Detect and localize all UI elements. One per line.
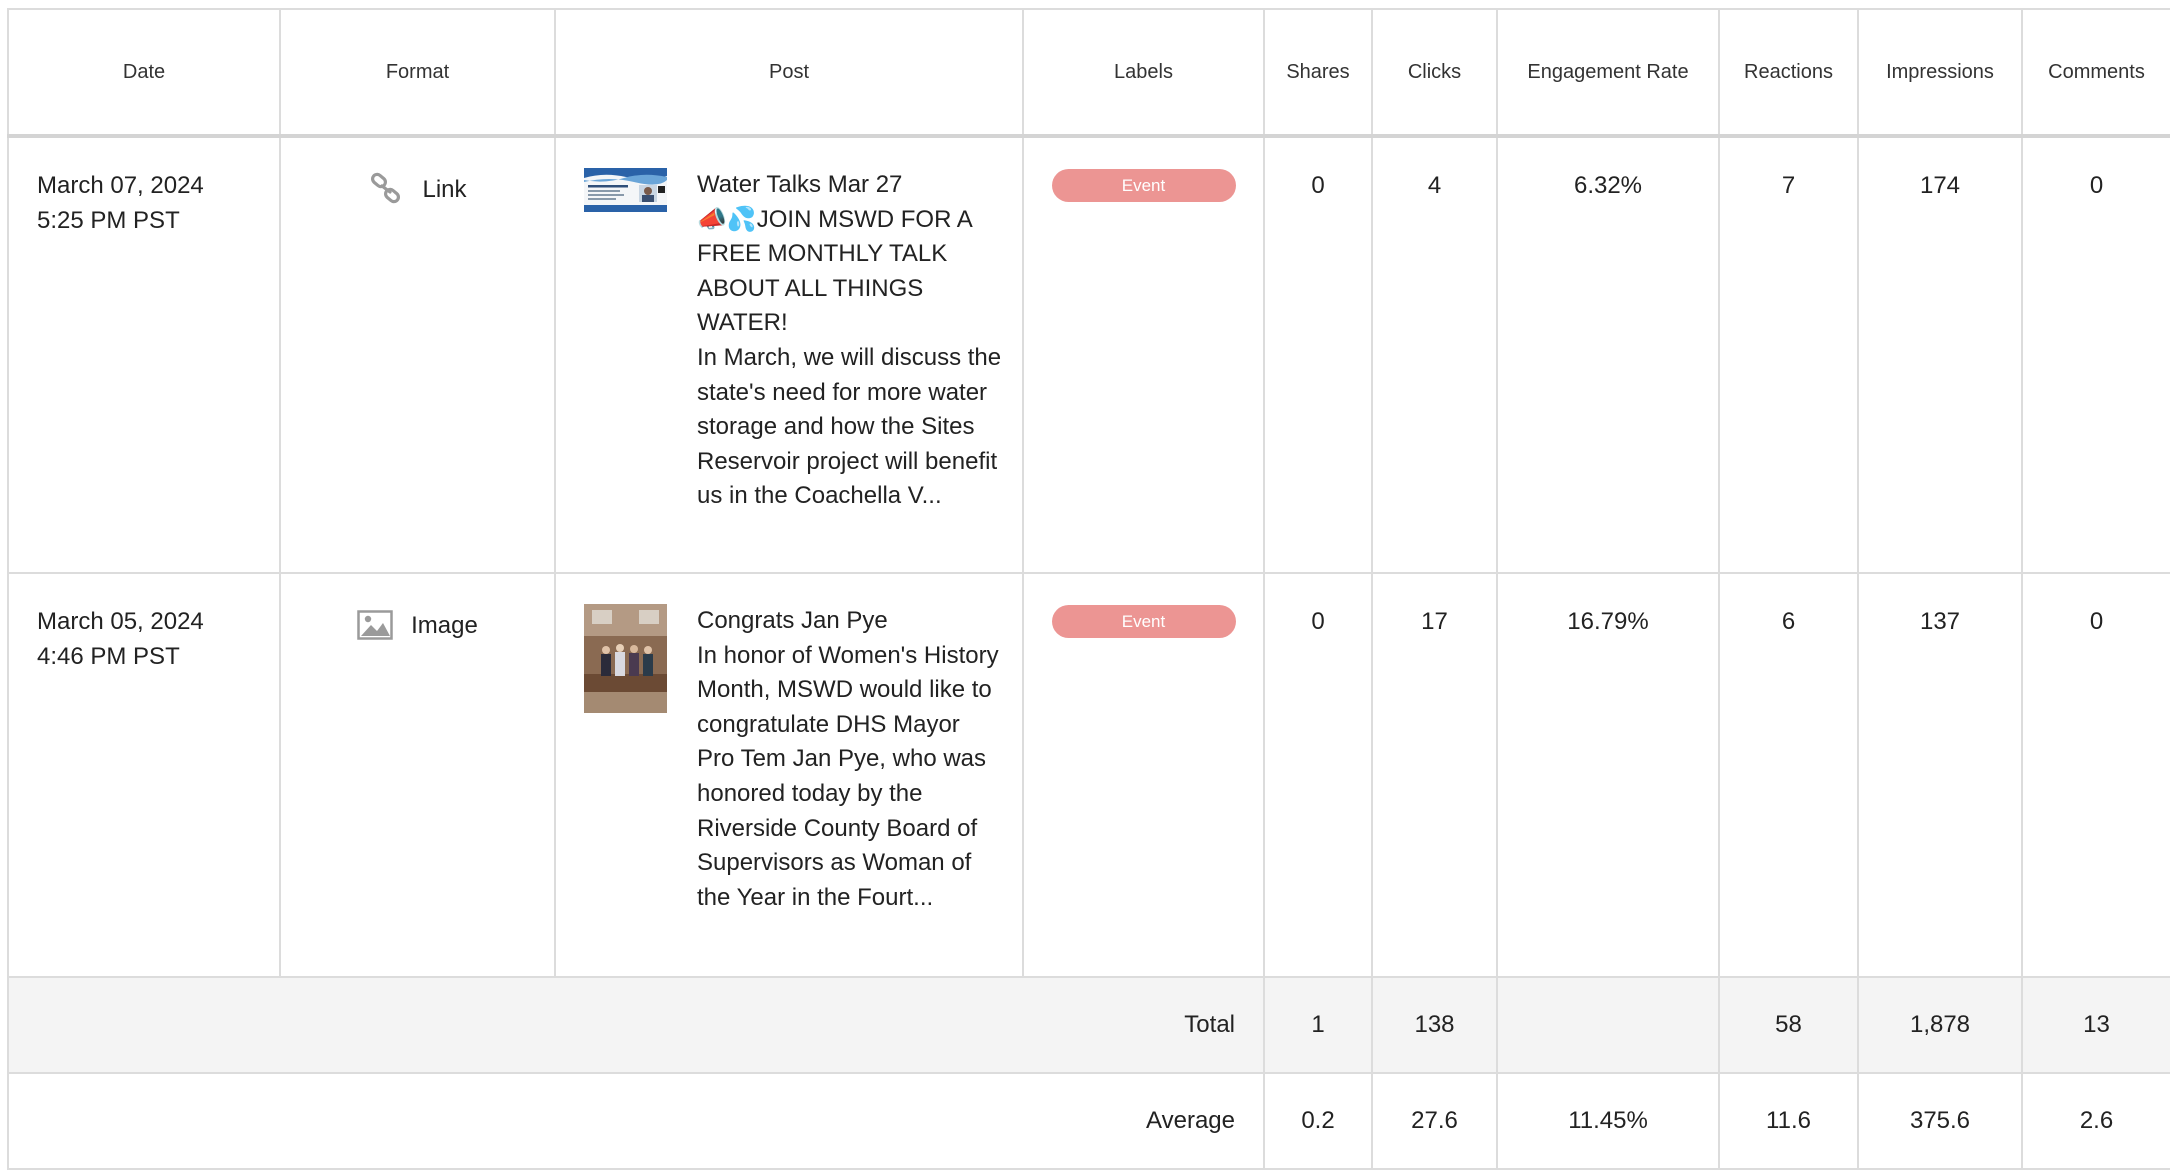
shares-value: 0 xyxy=(1263,135,1373,574)
average-engagement-rate: 11.45% xyxy=(1496,1072,1720,1170)
average-comments: 2.6 xyxy=(2021,1072,2170,1170)
reactions-value: 6 xyxy=(1718,572,1859,978)
link-icon xyxy=(368,171,404,207)
date-cell: March 05, 2024 4:46 PM PST xyxy=(7,572,281,978)
column-header-engagement-rate[interactable]: Engagement Rate xyxy=(1496,8,1720,137)
average-shares: 0.2 xyxy=(1263,1072,1373,1170)
date-cell: March 07, 2024 5:25 PM PST xyxy=(7,135,281,574)
format-cell: Link xyxy=(279,135,556,574)
clicks-value: 4 xyxy=(1371,135,1498,574)
column-header-labels[interactable]: Labels xyxy=(1022,8,1265,137)
average-impressions: 375.6 xyxy=(1857,1072,2023,1170)
average-row: Average 0.2 27.6 11.45% 11.6 375.6 2.6 xyxy=(7,1072,2170,1170)
label-badge[interactable]: Event xyxy=(1051,169,1236,202)
post-text[interactable]: Water Talks Mar 27 📣💦JOIN MSWD FOR A FRE… xyxy=(697,168,1002,514)
post-thumbnail[interactable] xyxy=(584,604,667,915)
shares-value: 0 xyxy=(1263,572,1373,978)
post-performance-table: Date Format Post Labels Shares Clicks En… xyxy=(7,8,2170,1170)
clicks-value: 17 xyxy=(1371,572,1498,978)
column-header-post[interactable]: Post xyxy=(554,8,1024,137)
post-date: March 07, 2024 xyxy=(37,172,204,199)
total-engagement-rate xyxy=(1496,976,1720,1074)
column-header-shares[interactable]: Shares xyxy=(1263,8,1373,137)
total-row: Total 1 138 58 1,878 13 xyxy=(7,976,2170,1074)
average-clicks: 27.6 xyxy=(1371,1072,1498,1170)
column-header-impressions[interactable]: Impressions xyxy=(1857,8,2023,137)
post-text[interactable]: Congrats Jan Pye In honor of Women's His… xyxy=(697,604,1002,915)
engagement-rate-value: 6.32% xyxy=(1496,135,1720,574)
post-cell: Water Talks Mar 27 📣💦JOIN MSWD FOR A FRE… xyxy=(554,135,1024,574)
average-reactions: 11.6 xyxy=(1718,1072,1859,1170)
impressions-value: 137 xyxy=(1857,572,2023,978)
labels-cell: Event xyxy=(1022,135,1265,574)
table-row: March 07, 2024 5:25 PM PST Link Water Ta… xyxy=(7,135,2170,574)
total-impressions: 1,878 xyxy=(1857,976,2023,1074)
labels-cell: Event xyxy=(1022,572,1265,978)
column-header-comments[interactable]: Comments xyxy=(2021,8,2170,137)
image-icon xyxy=(357,607,393,643)
total-shares: 1 xyxy=(1263,976,1373,1074)
total-label: Total xyxy=(7,976,1265,1074)
table-header-row: Date Format Post Labels Shares Clicks En… xyxy=(7,8,2170,137)
post-cell: Congrats Jan Pye In honor of Women's His… xyxy=(554,572,1024,978)
table-row: March 05, 2024 4:46 PM PST Image Congrat… xyxy=(7,572,2170,978)
column-header-reactions[interactable]: Reactions xyxy=(1718,8,1859,137)
format-cell: Image xyxy=(279,572,556,978)
post-time: 5:25 PM PST xyxy=(37,207,180,234)
post-time: 4:46 PM PST xyxy=(37,643,180,670)
post-thumbnail[interactable] xyxy=(584,168,667,514)
format-label: Link xyxy=(422,175,467,203)
reactions-value: 7 xyxy=(1718,135,1859,574)
total-comments: 13 xyxy=(2021,976,2170,1074)
label-badge[interactable]: Event xyxy=(1051,605,1236,638)
total-clicks: 138 xyxy=(1371,976,1498,1074)
total-reactions: 58 xyxy=(1718,976,1859,1074)
column-header-date[interactable]: Date xyxy=(7,8,281,137)
post-date: March 05, 2024 xyxy=(37,608,204,635)
engagement-rate-value: 16.79% xyxy=(1496,572,1720,978)
format-label: Image xyxy=(411,611,478,639)
comments-value: 0 xyxy=(2021,135,2170,574)
average-label: Average xyxy=(7,1072,1265,1170)
comments-value: 0 xyxy=(2021,572,2170,978)
column-header-format[interactable]: Format xyxy=(279,8,556,137)
column-header-clicks[interactable]: Clicks xyxy=(1371,8,1498,137)
impressions-value: 174 xyxy=(1857,135,2023,574)
